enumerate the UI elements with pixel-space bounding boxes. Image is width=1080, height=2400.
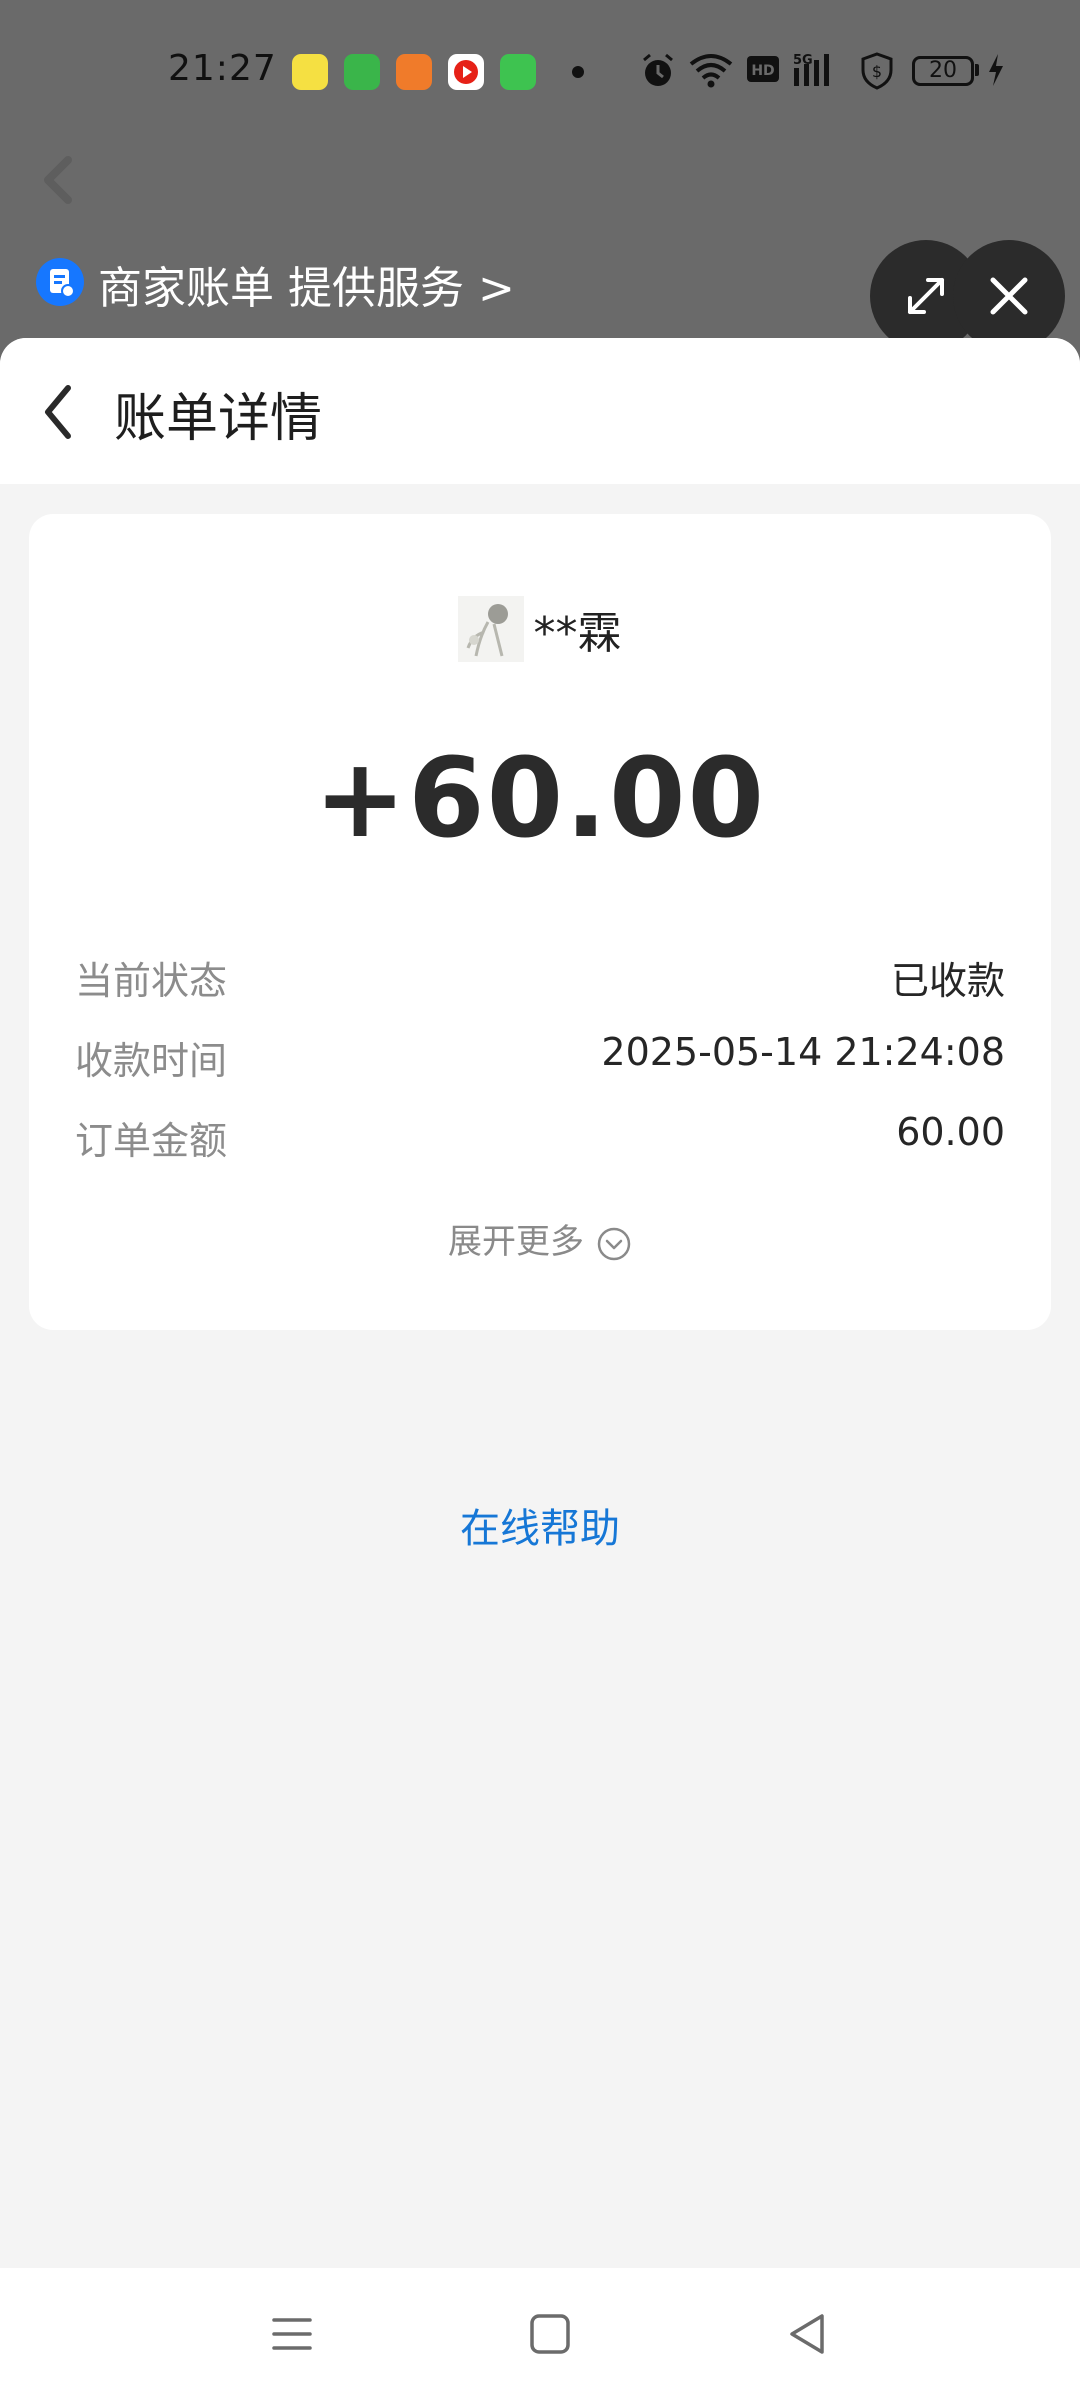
merchant-bill-logo-icon xyxy=(36,258,84,306)
hd-icon: HD xyxy=(747,56,779,82)
chevron-down-circle-icon xyxy=(597,1227,631,1260)
vpn-shield-icon: $ xyxy=(861,52,893,90)
payment-time-label: 收款时间 xyxy=(75,1039,228,1083)
order-amount-label: 订单金额 xyxy=(75,1119,228,1163)
expand-more-button[interactable]: 展开更多 xyxy=(29,1214,1051,1263)
svg-text:5G: 5G xyxy=(793,53,813,68)
background-back-icon xyxy=(44,156,72,204)
bill-card: **霖 +60.00 当前状态 已收款 收款时间 2025-05-14 21:2… xyxy=(29,514,1051,1330)
battery-icon: 20 xyxy=(912,56,974,86)
status-bar: 21:27 HD 5G $ 20 xyxy=(0,0,1080,140)
android-app-icon xyxy=(500,54,536,90)
battery-tip xyxy=(975,64,979,76)
video-app-icon xyxy=(396,54,432,90)
home-nav-icon[interactable] xyxy=(520,2304,580,2364)
bill-amount: +60.00 xyxy=(313,734,767,862)
svg-text:$: $ xyxy=(872,62,882,81)
status-time: 21:27 xyxy=(168,48,277,89)
charging-icon xyxy=(989,54,1003,86)
wifi-icon xyxy=(689,54,733,88)
signal-5g-icon: 5G xyxy=(793,53,829,86)
order-amount-value: 60.00 xyxy=(896,1110,1005,1154)
system-nav-bar xyxy=(0,2268,1080,2400)
youtube-app-icon xyxy=(448,54,484,90)
more-notifications-dot xyxy=(572,66,584,78)
close-icon xyxy=(990,277,1028,315)
provider-bar: 商家账单 提供服务 > xyxy=(0,240,1080,352)
alarm-icon xyxy=(643,53,673,86)
payer-name: **霖 xyxy=(533,608,622,659)
back-button[interactable] xyxy=(30,374,100,450)
menu-nav-icon[interactable] xyxy=(262,2304,322,2364)
close-button[interactable] xyxy=(953,240,1065,352)
avatar xyxy=(458,596,525,662)
bill-detail-sheet: 账单详情 **霖 +60.00 当前状态 已收款 收款时间 2025-05-14… xyxy=(0,338,1080,2400)
sheet-header: 账单详情 xyxy=(0,338,1080,484)
expand-more-label: 展开更多 xyxy=(448,1222,584,1262)
message-app-icon xyxy=(344,54,380,90)
game-app-icon xyxy=(292,54,328,90)
status-value: 已收款 xyxy=(890,959,1005,1003)
payer-info: **霖 xyxy=(29,596,1051,662)
online-help-link[interactable]: 在线帮助 xyxy=(0,1496,1080,1554)
provider-link[interactable]: 商家账单 提供服务 > xyxy=(98,252,515,316)
payment-time-value: 2025-05-14 21:24:08 xyxy=(601,1030,1005,1074)
back-nav-icon[interactable] xyxy=(778,2304,838,2364)
page-title: 账单详情 xyxy=(114,389,323,449)
status-label: 当前状态 xyxy=(75,959,228,1003)
svg-text:HD: HD xyxy=(751,63,774,79)
